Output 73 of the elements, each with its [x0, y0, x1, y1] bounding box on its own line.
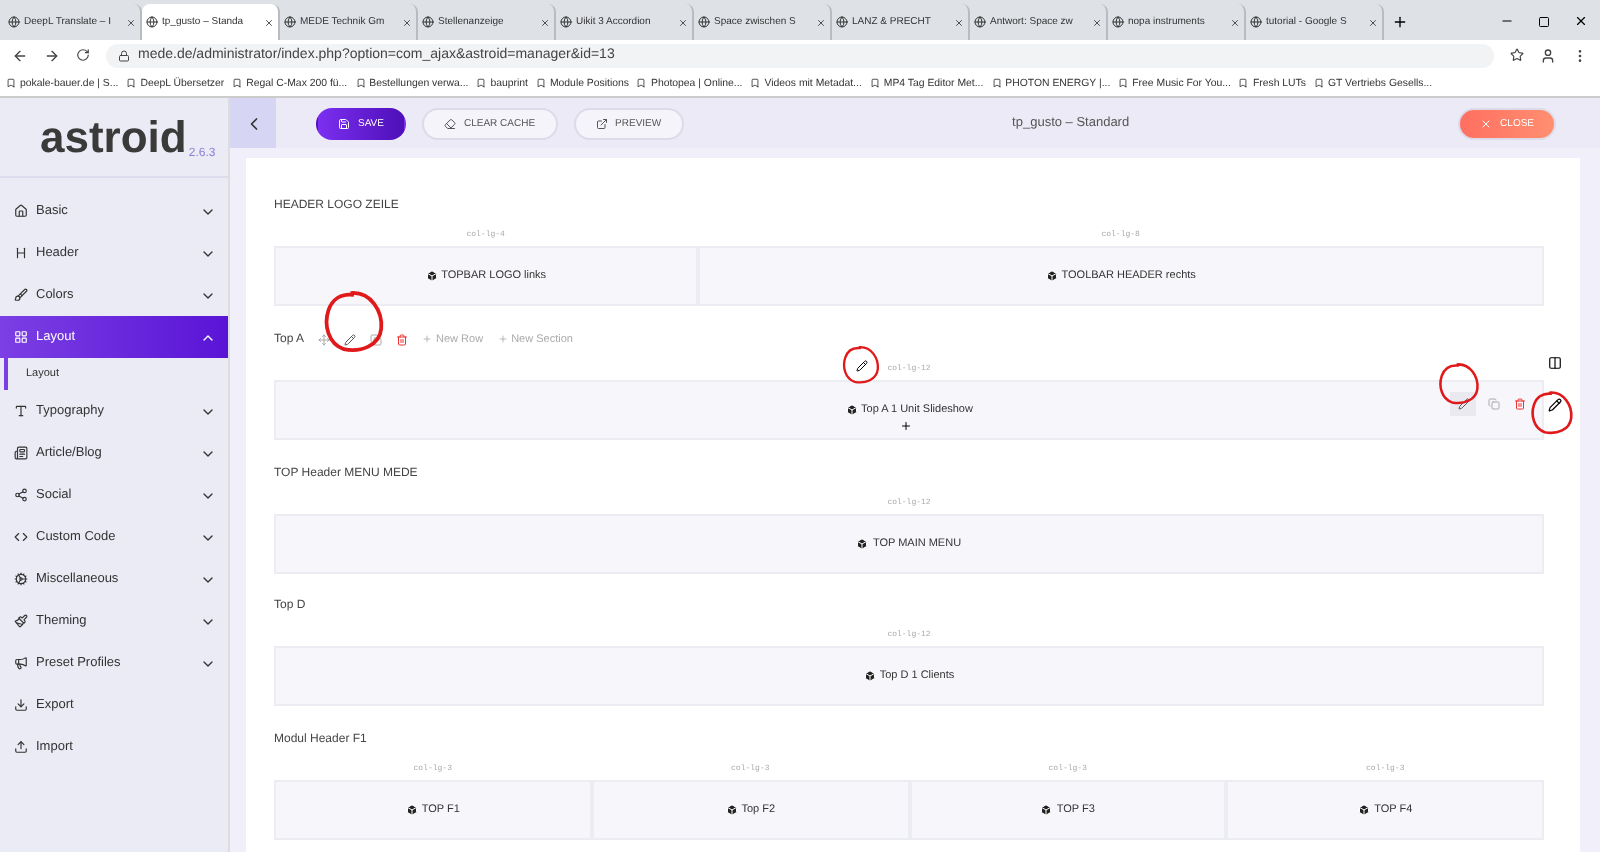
back-icon[interactable]: [12, 47, 28, 63]
bookmark-icon: [535, 78, 546, 88]
bookmark-icon: [126, 78, 137, 88]
eraser-icon: [443, 117, 456, 129]
forward-icon[interactable]: [44, 47, 60, 63]
module-icon: [1358, 804, 1371, 817]
module-icon: [845, 403, 858, 416]
lock-icon: [118, 49, 130, 61]
bookmark-icon: [1313, 78, 1324, 88]
globe-icon: [836, 16, 848, 28]
menu-item-icon: [14, 404, 28, 418]
globe-icon: [1112, 16, 1124, 28]
bookmark-icon: [991, 78, 1002, 88]
menu-item-icon: [14, 530, 28, 544]
menu-item-icon: [14, 288, 28, 302]
logo-text: astroid: [40, 111, 187, 163]
columns-icon[interactable]: [1548, 356, 1562, 370]
menu-item-icon: [14, 740, 28, 754]
module-icon: [425, 270, 438, 282]
minimize-icon[interactable]: [1500, 14, 1514, 28]
globe-icon: [560, 16, 572, 28]
bookmark-icon: [355, 78, 366, 88]
bookmark-icon: [750, 78, 761, 88]
menu-item-icon: [14, 204, 28, 218]
bookmark-icon: [6, 78, 16, 88]
plus-icon: [497, 334, 508, 345]
star-icon[interactable]: [1510, 48, 1524, 62]
module-icon: [405, 804, 418, 817]
bookmark-icon: [232, 78, 243, 88]
save-icon: [338, 117, 350, 129]
module-icon: [725, 804, 738, 817]
maximize-icon[interactable]: [1538, 16, 1550, 28]
globe-icon: [284, 16, 296, 28]
copy-icon[interactable]: [370, 333, 383, 346]
copy-icon: [1487, 397, 1499, 410]
globe-icon: [8, 16, 20, 28]
close-icon[interactable]: [1574, 14, 1588, 28]
move-icon[interactable]: [318, 333, 331, 346]
menu-item-icon: [14, 614, 28, 628]
external-link-icon: [595, 117, 608, 129]
globe-icon: [698, 16, 710, 28]
profile-icon[interactable]: [1540, 47, 1556, 63]
bookmark-icon: [1238, 78, 1249, 88]
close-icon: [1480, 117, 1493, 129]
module-icon: [1040, 804, 1053, 817]
globe-icon: [974, 16, 986, 28]
reload-icon[interactable]: [76, 48, 90, 62]
menu-item-icon: [14, 488, 28, 502]
menu-item-icon: [14, 656, 28, 670]
trash-icon[interactable]: [396, 333, 409, 346]
globe-icon: [1250, 16, 1262, 28]
trash-icon: [1513, 397, 1525, 410]
menu-item-icon: [14, 446, 28, 460]
globe-icon: [146, 16, 158, 28]
add-icon[interactable]: [900, 420, 912, 432]
menu-item-icon: [14, 330, 28, 344]
menu-item-icon: [14, 698, 28, 712]
bookmark-icon: [476, 78, 487, 88]
menu-item-icon: [14, 246, 28, 260]
edit-icon[interactable]: [344, 333, 357, 346]
module-icon: [863, 670, 876, 683]
pencil-icon: [1457, 397, 1469, 410]
bookmark-icon: [869, 78, 880, 88]
globe-icon: [422, 16, 434, 28]
new-tab-icon[interactable]: [1392, 14, 1408, 30]
edit-icon[interactable]: [856, 360, 868, 372]
plus-icon: [422, 334, 433, 345]
bookmark-icon: [636, 78, 647, 88]
edit-icon[interactable]: [1548, 398, 1562, 412]
menu-item-icon: [14, 572, 28, 586]
bookmark-icon: [1118, 78, 1129, 88]
module-icon: [856, 537, 869, 550]
module-icon: [1045, 270, 1058, 282]
